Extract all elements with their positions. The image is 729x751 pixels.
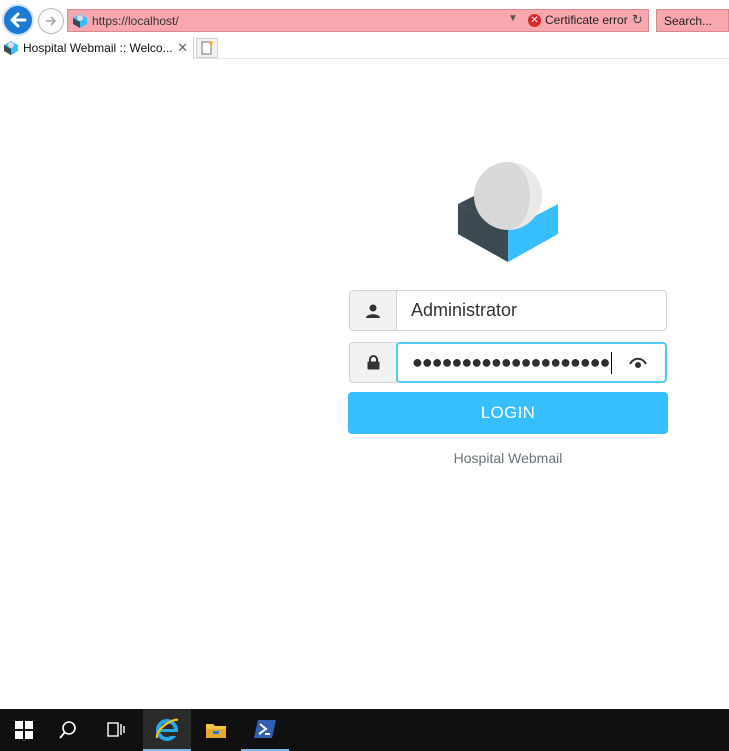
chevron-down-icon[interactable]: ▼ (508, 13, 518, 24)
file-explorer-icon (206, 724, 226, 738)
address-bar[interactable]: https://localhost/ ▼ ✕ Certificate error… (67, 9, 649, 32)
new-tab-icon (201, 41, 213, 55)
username-input[interactable]: Administrator (397, 290, 667, 331)
search-input[interactable]: Search... (656, 9, 729, 32)
site-icon (73, 13, 87, 28)
lock-icon-addon (349, 342, 397, 383)
login-button[interactable]: LOGIN (348, 392, 668, 434)
password-input[interactable]: ●●●●●●●●●●●●●●●●●●●● (396, 342, 667, 383)
username-group: Administrator (349, 290, 667, 331)
product-name: Hospital Webmail (453, 450, 563, 466)
back-arrow-icon (10, 12, 27, 28)
tab-hospital-webmail[interactable]: Hospital Webmail :: Welco... ✕ (0, 37, 194, 59)
back-button[interactable] (2, 4, 34, 36)
roundcube-logo (458, 162, 558, 262)
url-text[interactable]: https://localhost/ (92, 14, 179, 28)
password-group: ●●●●●●●●●●●●●●●●●●●● (349, 342, 667, 383)
user-icon (366, 304, 380, 318)
tab-bar: Hospital Webmail :: Welco... ✕ (0, 37, 729, 59)
password-value: ●●●●●●●●●●●●●●●●●●●● (412, 352, 610, 372)
windows-start-icon (15, 721, 33, 739)
refresh-icon[interactable]: ↻ (632, 12, 643, 28)
certificate-error-label[interactable]: Certificate error (545, 13, 628, 27)
start-button[interactable] (0, 709, 48, 751)
file-explorer-taskbar[interactable] (192, 709, 240, 751)
tab-title: Hospital Webmail :: Welco... (23, 41, 173, 55)
new-tab-button[interactable] (196, 38, 218, 58)
certificate-error-icon[interactable]: ✕ (528, 14, 541, 27)
lock-icon (367, 355, 379, 370)
text-caret (611, 351, 613, 374)
browser-toolbar: https://localhost/ ▼ ✕ Certificate error… (0, 0, 729, 40)
internet-explorer-icon (155, 718, 179, 741)
site-icon (4, 41, 18, 55)
forward-button[interactable] (38, 8, 64, 34)
powershell-icon (254, 720, 276, 738)
task-view-button[interactable] (92, 709, 140, 751)
forward-arrow-icon (46, 16, 57, 26)
search-button[interactable] (44, 709, 92, 751)
search-icon (59, 721, 76, 739)
close-icon[interactable]: ✕ (177, 40, 188, 56)
task-view-icon (107, 722, 125, 737)
taskbar (0, 709, 729, 751)
powershell-taskbar[interactable] (241, 709, 289, 751)
username-value: Administrator (411, 300, 518, 320)
user-icon-addon (349, 290, 397, 331)
eye-icon[interactable] (629, 356, 647, 370)
internet-explorer-taskbar[interactable] (143, 709, 191, 751)
